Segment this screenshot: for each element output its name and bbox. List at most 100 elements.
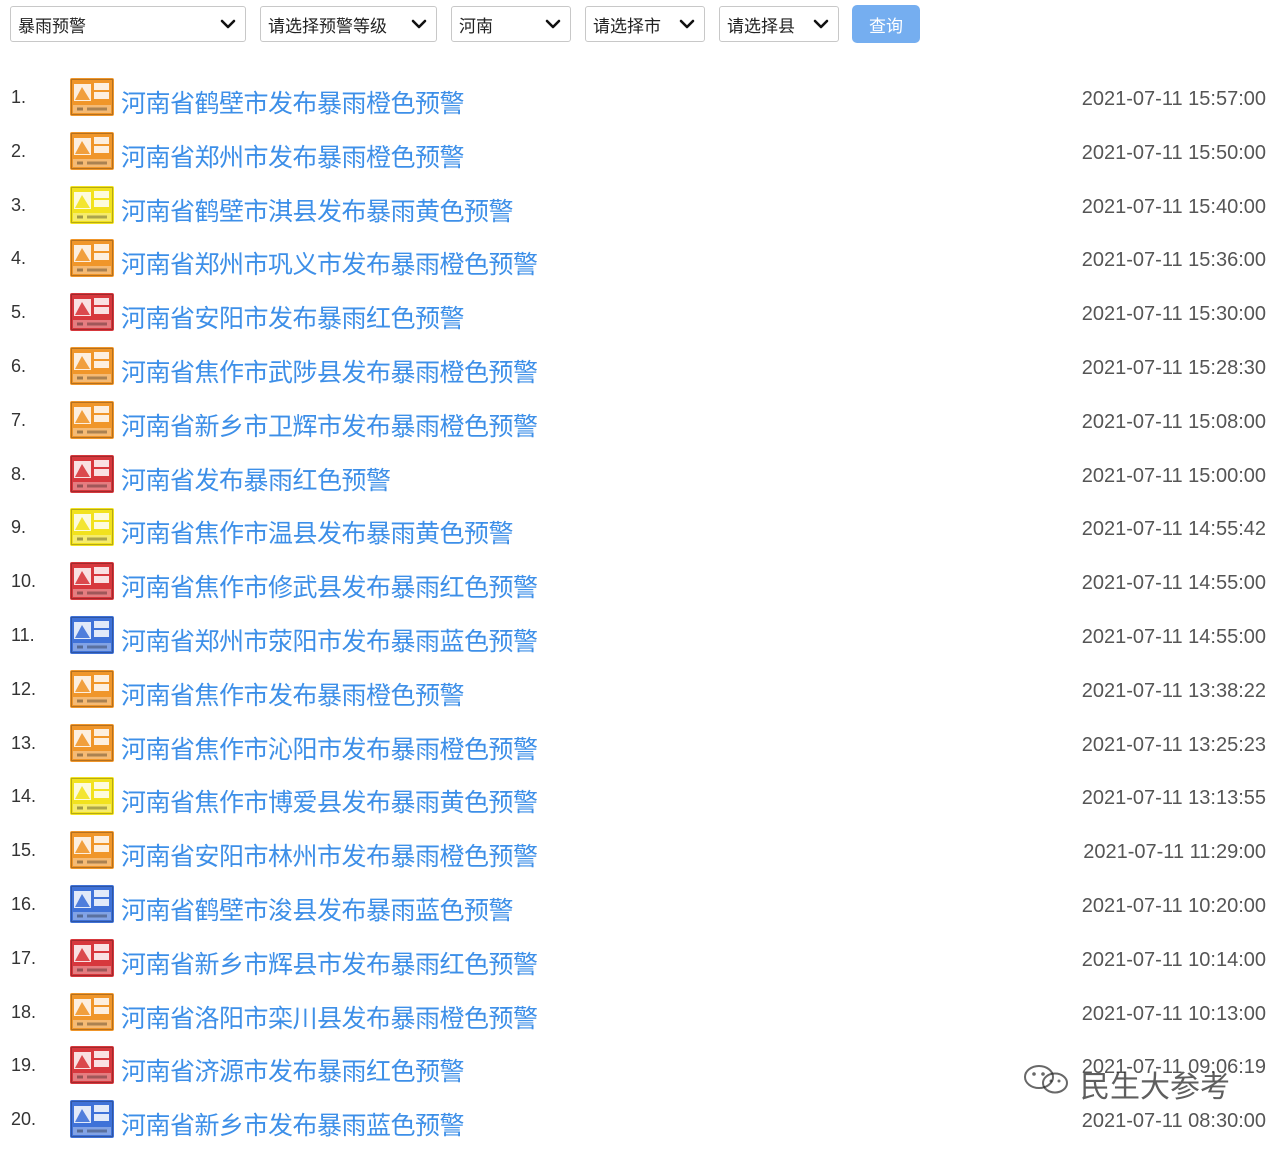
city-select-value: 请选择市 [593, 16, 661, 37]
rainstorm-blue-warning-icon [70, 884, 114, 923]
alert-level-select[interactable]: 请选择预警等级 [260, 6, 437, 42]
alert-title-link[interactable]: 河南省新乡市辉县市发布暴雨红色预警 [121, 945, 538, 981]
alert-title-link[interactable]: 河南省焦作市沁阳市发布暴雨橙色预警 [121, 730, 538, 766]
rainstorm-orange-warning-icon [70, 346, 114, 385]
alert-title-link[interactable]: 河南省鹤壁市发布暴雨橙色预警 [121, 84, 465, 120]
row-index: 6. [11, 355, 27, 376]
alert-title-link[interactable]: 河南省发布暴雨红色预警 [121, 461, 391, 497]
county-select[interactable]: 请选择县 [719, 6, 839, 42]
filter-toolbar: 暴雨预警 请选择预警等级 河南 请选择市 请选择县 查询 [10, 5, 920, 43]
row-index: 14. [11, 786, 37, 807]
alert-row: 3. 河南省鹤壁市淇县发布暴雨黄色预警 2021-07-11 15:40:00 [0, 182, 1282, 236]
rainstorm-orange-warning-icon [70, 669, 114, 708]
alert-time: 2021-07-11 14:55:00 [1081, 625, 1266, 648]
alert-time: 2021-07-11 14:55:00 [1081, 572, 1266, 595]
row-index: 18. [11, 1001, 37, 1022]
alert-row: 12. 河南省焦作市发布暴雨橙色预警 2021-07-11 13:38:22 [0, 666, 1282, 720]
rainstorm-red-warning-icon [70, 938, 114, 977]
rainstorm-orange-warning-icon [70, 992, 114, 1031]
alert-time: 2021-07-11 08:30:00 [1081, 1110, 1266, 1133]
alert-time: 2021-07-11 15:30:00 [1081, 303, 1266, 326]
alert-title-link[interactable]: 河南省郑州市荥阳市发布暴雨蓝色预警 [121, 622, 538, 658]
alert-title-link[interactable]: 河南省郑州市发布暴雨橙色预警 [121, 138, 465, 174]
province-select[interactable]: 河南 [451, 6, 571, 42]
row-index: 20. [11, 1109, 37, 1130]
alert-title-link[interactable]: 河南省济源市发布暴雨红色预警 [121, 1052, 465, 1088]
alert-row: 15. 河南省安阳市林州市发布暴雨橙色预警 2021-07-11 11:29:00 [0, 827, 1282, 881]
alert-type-select[interactable]: 暴雨预警 [10, 6, 246, 42]
rainstorm-yellow-warning-icon [70, 508, 114, 547]
chevron-down-icon [678, 15, 696, 33]
row-index: 12. [11, 678, 37, 699]
alert-time: 2021-07-11 15:00:00 [1081, 464, 1266, 487]
alert-time: 2021-07-11 13:38:22 [1081, 679, 1266, 702]
province-select-value: 河南 [459, 16, 493, 37]
alert-row: 6. 河南省焦作市武陟县发布暴雨橙色预警 2021-07-11 15:28:30 [0, 343, 1282, 397]
alert-row: 19. 河南省济源市发布暴雨红色预警 2021-07-11 09:06:19 [0, 1042, 1282, 1096]
alert-time: 2021-07-11 15:36:00 [1081, 249, 1266, 272]
alert-row: 18. 河南省洛阳市栾川县发布暴雨橙色预警 2021-07-11 10:13:00 [0, 989, 1282, 1043]
alert-title-link[interactable]: 河南省焦作市博爱县发布暴雨黄色预警 [121, 783, 538, 819]
query-button[interactable]: 查询 [852, 5, 920, 43]
alert-list: 1. 河南省鹤壁市发布暴雨橙色预警 2021-07-11 15:57:00 2. 河南省… [0, 74, 1282, 1150]
alert-title-link[interactable]: 河南省新乡市卫辉市发布暴雨橙色预警 [121, 407, 538, 443]
alert-title-link[interactable]: 河南省鹤壁市淇县发布暴雨黄色预警 [121, 192, 514, 228]
alert-row: 14. 河南省焦作市博爱县发布暴雨黄色预警 2021-07-11 13:13:55 [0, 773, 1282, 827]
county-select-value: 请选择县 [727, 16, 795, 37]
row-index: 16. [11, 893, 37, 914]
alert-time: 2021-07-11 10:20:00 [1081, 894, 1266, 917]
alert-time: 2021-07-11 15:08:00 [1081, 410, 1266, 433]
row-index: 7. [11, 409, 27, 430]
row-index: 19. [11, 1055, 37, 1076]
rainstorm-orange-warning-icon [70, 831, 114, 870]
alert-row: 16. 河南省鹤壁市浚县发布暴雨蓝色预警 2021-07-11 10:20:00 [0, 881, 1282, 935]
alert-title-link[interactable]: 河南省新乡市发布暴雨蓝色预警 [121, 1106, 465, 1142]
rainstorm-yellow-warning-icon [70, 777, 114, 816]
alert-title-link[interactable]: 河南省安阳市发布暴雨红色预警 [121, 299, 465, 335]
rainstorm-orange-warning-icon [70, 400, 114, 439]
row-index: 17. [11, 947, 37, 968]
rainstorm-orange-warning-icon [70, 723, 114, 762]
chevron-down-icon [544, 15, 562, 33]
row-index: 8. [11, 463, 27, 484]
alert-title-link[interactable]: 河南省洛阳市栾川县发布暴雨橙色预警 [121, 999, 538, 1035]
chevron-down-icon [219, 15, 237, 33]
alert-row: 4. 河南省郑州市巩义市发布暴雨橙色预警 2021-07-11 15:36:00 [0, 235, 1282, 289]
rainstorm-red-warning-icon [70, 562, 114, 601]
rainstorm-blue-warning-icon [70, 1100, 114, 1139]
alert-title-link[interactable]: 河南省安阳市林州市发布暴雨橙色预警 [121, 837, 538, 873]
alert-row: 13. 河南省焦作市沁阳市发布暴雨橙色预警 2021-07-11 13:25:23 [0, 720, 1282, 774]
chevron-down-icon [812, 15, 830, 33]
alert-row: 5. 河南省安阳市发布暴雨红色预警 2021-07-11 15:30:00 [0, 289, 1282, 343]
row-index: 9. [11, 517, 27, 538]
rainstorm-red-warning-icon [70, 293, 114, 332]
row-index: 1. [11, 87, 27, 107]
alert-time: 2021-07-11 15:50:00 [1081, 141, 1266, 164]
alert-time: 2021-07-11 15:40:00 [1081, 195, 1266, 218]
row-index: 4. [11, 248, 27, 269]
rainstorm-red-warning-icon [70, 1046, 114, 1085]
rainstorm-orange-warning-icon [70, 78, 114, 116]
alert-row: 11. 河南省郑州市荥阳市发布暴雨蓝色预警 2021-07-11 14:55:00 [0, 612, 1282, 666]
row-index: 3. [11, 194, 27, 215]
rainstorm-orange-warning-icon [70, 131, 114, 170]
alert-title-link[interactable]: 河南省焦作市武陟县发布暴雨橙色预警 [121, 353, 538, 389]
alert-row: 17. 河南省新乡市辉县市发布暴雨红色预警 2021-07-11 10:14:00 [0, 935, 1282, 989]
alert-row: 1. 河南省鹤壁市发布暴雨橙色预警 2021-07-11 15:57:00 [0, 74, 1282, 128]
alert-title-link[interactable]: 河南省郑州市巩义市发布暴雨橙色预警 [121, 245, 538, 281]
alert-title-link[interactable]: 河南省焦作市修武县发布暴雨红色预警 [121, 568, 538, 604]
alert-time: 2021-07-11 10:13:00 [1081, 1002, 1266, 1025]
alert-row: 8. 河南省发布暴雨红色预警 2021-07-11 15:00:00 [0, 451, 1282, 505]
alert-title-link[interactable]: 河南省焦作市温县发布暴雨黄色预警 [121, 514, 514, 550]
alert-title-link[interactable]: 河南省鹤壁市浚县发布暴雨蓝色预警 [121, 891, 514, 927]
alert-time: 2021-07-11 10:14:00 [1081, 948, 1266, 971]
row-index: 11. [11, 624, 35, 645]
alert-title-link[interactable]: 河南省焦作市发布暴雨橙色预警 [121, 676, 465, 712]
alert-row: 20. 河南省新乡市发布暴雨蓝色预警 2021-07-11 08:30:00 [0, 1096, 1282, 1150]
chevron-down-icon [410, 15, 428, 33]
alert-time: 2021-07-11 15:28:30 [1081, 356, 1266, 379]
row-index: 10. [11, 571, 37, 592]
alert-level-select-value: 请选择预警等级 [268, 16, 387, 37]
city-select[interactable]: 请选择市 [585, 6, 705, 42]
alert-time: 2021-07-11 15:57:00 [1081, 88, 1266, 110]
